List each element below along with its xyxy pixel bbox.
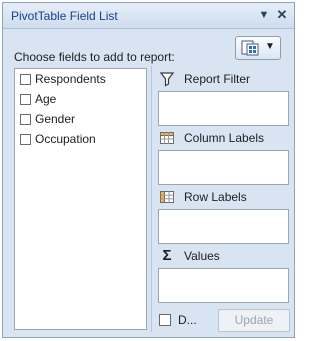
row-labels-header: Row Labels	[159, 188, 247, 206]
row-labels-drop-area[interactable]	[158, 209, 289, 244]
column-labels-drop-area[interactable]	[158, 150, 289, 185]
update-button[interactable]: Update	[218, 309, 290, 332]
defer-checkbox[interactable]	[159, 314, 171, 326]
field-label: Gender	[35, 112, 76, 126]
close-icon[interactable]: ✕	[275, 7, 289, 23]
sigma-icon: Σ	[162, 247, 172, 264]
values-header: Σ Values	[159, 247, 220, 265]
report-filter-drop-area[interactable]	[158, 91, 289, 126]
field-label: Occupation	[35, 132, 96, 146]
field-checkbox[interactable]	[20, 93, 31, 105]
column-labels-icon	[159, 130, 175, 146]
filter-icon	[159, 71, 175, 87]
pane-title: PivotTable Field List	[11, 9, 118, 23]
chevron-down-icon: ▼	[265, 41, 275, 52]
report-filter-label: Report Filter	[184, 72, 251, 86]
report-filter-header: Report Filter	[159, 70, 250, 88]
pane-title-bar[interactable]: PivotTable Field List ▼ ✕	[3, 3, 294, 29]
field-checkbox[interactable]	[20, 133, 31, 145]
field-label: Respondents	[35, 72, 106, 86]
field-list-layout-icon	[241, 40, 259, 59]
choose-fields-label: Choose fields to add to report:	[14, 50, 175, 64]
field-item-gender[interactable]: Gender	[15, 109, 146, 129]
field-checkbox[interactable]	[20, 73, 31, 85]
field-item-age[interactable]: Age	[15, 89, 146, 109]
column-labels-label: Column Labels	[184, 131, 265, 145]
pane-splitter[interactable]	[151, 66, 152, 332]
field-list[interactable]: Respondents Age Gender Occupation	[14, 68, 147, 330]
field-list-layout-button[interactable]: ▼	[235, 36, 281, 60]
chevron-down-icon[interactable]: ▼	[257, 7, 271, 23]
values-label: Values	[184, 249, 220, 263]
row-labels-icon	[159, 189, 175, 205]
field-checkbox[interactable]	[20, 113, 31, 125]
field-item-respondents[interactable]: Respondents	[15, 69, 146, 89]
column-labels-header: Column Labels	[159, 129, 264, 147]
defer-label: D...	[178, 313, 197, 327]
defer-layout-update[interactable]: D...	[159, 313, 197, 327]
row-labels-label: Row Labels	[184, 190, 247, 204]
field-label: Age	[35, 92, 57, 106]
values-drop-area[interactable]	[158, 268, 289, 303]
field-item-occupation[interactable]: Occupation	[15, 129, 146, 149]
